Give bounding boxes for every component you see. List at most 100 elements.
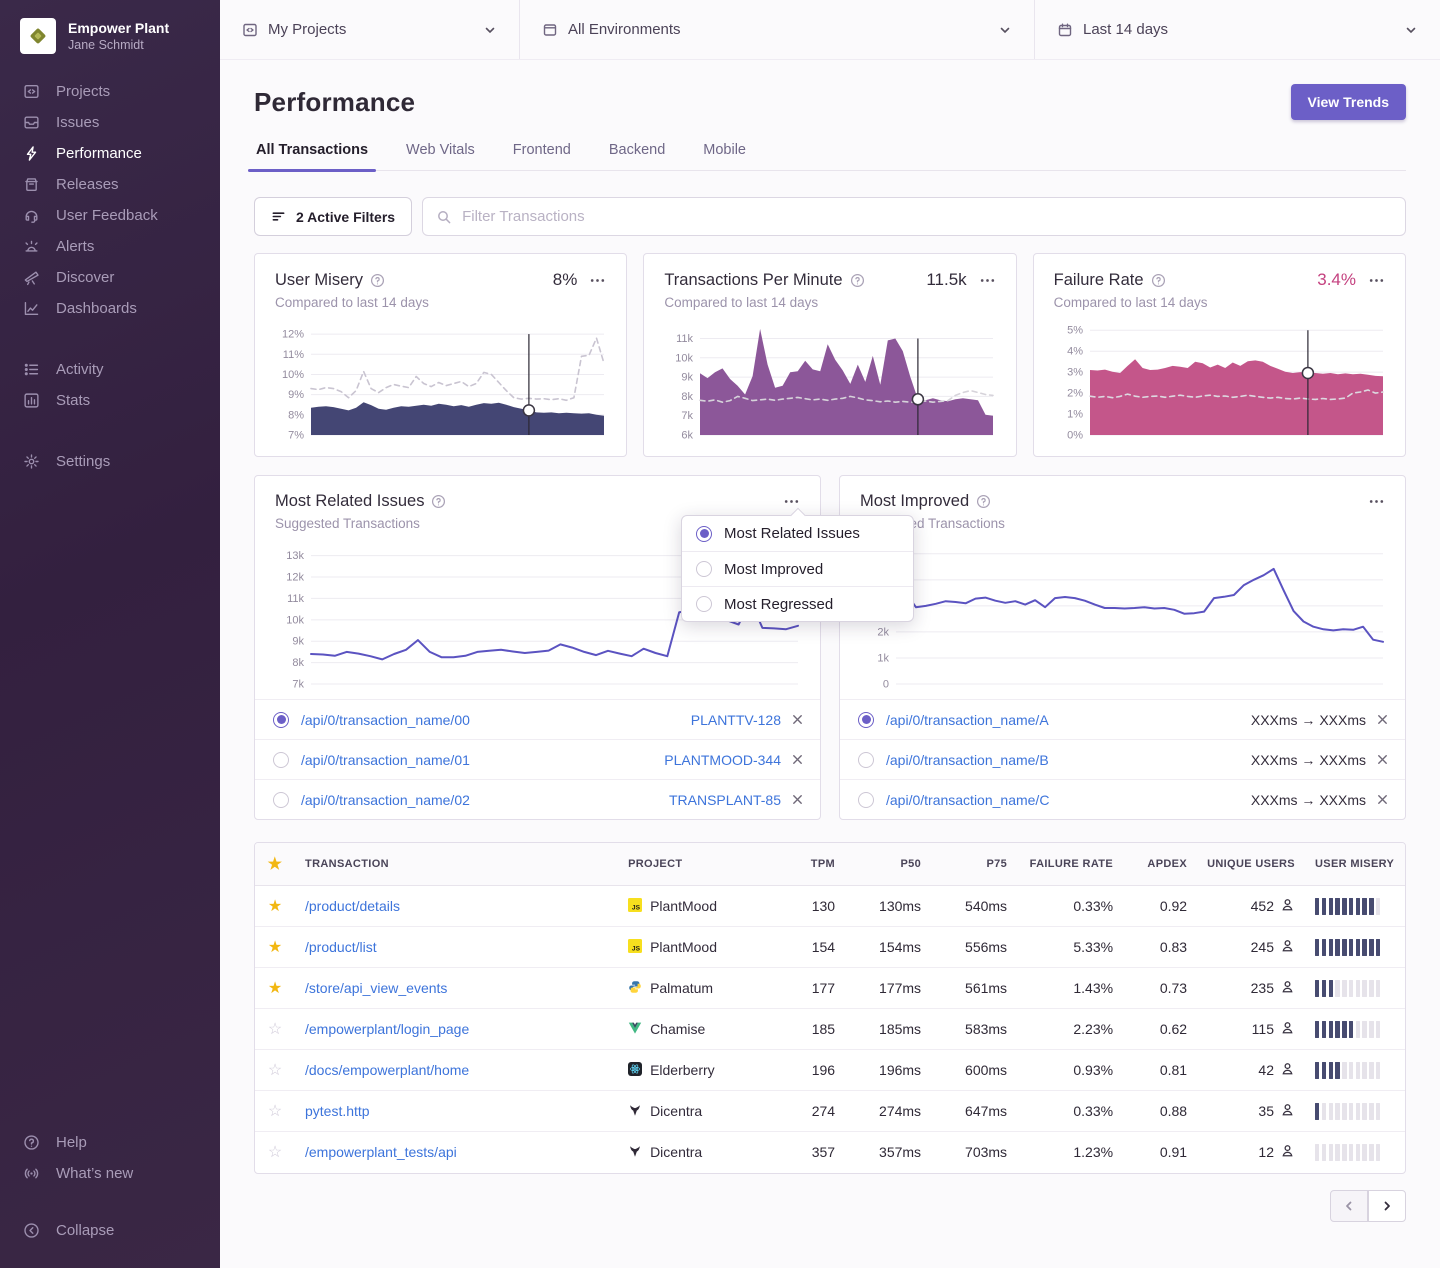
next-page-button[interactable]: [1368, 1190, 1406, 1222]
view-trends-button[interactable]: View Trends: [1291, 84, 1406, 120]
question-icon[interactable]: [431, 494, 446, 509]
star-icon[interactable]: ☆: [268, 1103, 282, 1120]
transaction-link[interactable]: /empowerplant_tests/api: [305, 1144, 457, 1160]
transaction-link[interactable]: /product/list: [305, 939, 377, 955]
close-icon[interactable]: [1376, 753, 1389, 766]
star-icon[interactable]: ★: [268, 980, 282, 997]
column-header-apdex[interactable]: APDEX: [1123, 843, 1197, 886]
star-icon[interactable]: ☆: [268, 1062, 282, 1079]
sidebar-item-settings[interactable]: Settings: [0, 446, 220, 477]
transaction-link[interactable]: /product/details: [305, 898, 400, 914]
previous-page-button[interactable]: [1330, 1190, 1368, 1222]
menu-option-radio[interactable]: [696, 596, 712, 612]
user-icon: [1280, 1102, 1295, 1120]
column-header-p50[interactable]: P50: [845, 843, 931, 886]
transaction-link[interactable]: /store/api_view_events: [305, 980, 447, 996]
menu-option-radio[interactable]: [696, 526, 712, 542]
close-icon[interactable]: [1376, 713, 1389, 726]
menu-option-most-regressed[interactable]: Most Regressed: [682, 586, 913, 621]
issue-link[interactable]: TRANSPLANT-85: [669, 792, 781, 808]
tab-web-vitals[interactable]: Web Vitals: [404, 142, 477, 170]
user-misery-bars: [1315, 939, 1395, 956]
transaction-radio[interactable]: [273, 712, 289, 728]
transaction-link[interactable]: /api/0/transaction_name/B: [886, 752, 1049, 768]
issue-link[interactable]: PLANTTV-128: [691, 712, 781, 728]
tab-frontend[interactable]: Frontend: [511, 142, 573, 170]
transaction-link[interactable]: /empowerplant/login_page: [305, 1021, 469, 1037]
transaction-radio[interactable]: [273, 792, 289, 808]
close-icon[interactable]: [1376, 793, 1389, 806]
transaction-link[interactable]: /api/0/transaction_name/00: [301, 712, 470, 728]
more-options-icon[interactable]: [589, 272, 606, 289]
transaction-link[interactable]: /api/0/transaction_name/A: [886, 712, 1049, 728]
column-header-failure-rate[interactable]: FAILURE RATE: [1017, 843, 1123, 886]
close-icon[interactable]: [791, 793, 804, 806]
sidebar-item-user-feedback[interactable]: User Feedback: [0, 200, 220, 231]
sidebar-item-performance[interactable]: Performance: [0, 138, 220, 169]
star-icon[interactable]: ☆: [268, 1144, 282, 1161]
environment-selector[interactable]: All Environments: [520, 0, 1035, 59]
projects-icon: [22, 83, 40, 101]
close-icon[interactable]: [791, 713, 804, 726]
tab-backend[interactable]: Backend: [607, 142, 667, 170]
sidebar-item-projects[interactable]: Projects: [0, 76, 220, 107]
issue-link[interactable]: PLANTMOOD-344: [664, 752, 781, 768]
close-icon[interactable]: [791, 753, 804, 766]
transaction-link[interactable]: /docs/empowerplant/home: [305, 1062, 469, 1078]
project-name: Chamise: [650, 1021, 705, 1037]
menu-option-most-improved[interactable]: Most Improved: [682, 551, 913, 586]
transaction-link[interactable]: /api/0/transaction_name/02: [301, 792, 470, 808]
menu-option-most-related-issues[interactable]: Most Related Issues: [682, 516, 913, 551]
sidebar-item-alerts[interactable]: Alerts: [0, 231, 220, 262]
sidebar-item-discover[interactable]: Discover: [0, 262, 220, 293]
date-range-selector[interactable]: Last 14 days: [1035, 0, 1440, 59]
column-header-user-misery[interactable]: USER MISERY: [1305, 843, 1405, 886]
project-selector[interactable]: My Projects: [220, 0, 520, 59]
apdex-value: 0.92: [1123, 886, 1197, 927]
transaction-link[interactable]: pytest.http: [305, 1103, 370, 1119]
question-icon[interactable]: [370, 273, 385, 288]
table-row: ★ /product/list JSPlantMood 154 154ms 55…: [255, 927, 1405, 968]
tab-mobile[interactable]: Mobile: [701, 142, 748, 170]
org-switcher[interactable]: Empower Plant Jane Schmidt: [0, 14, 220, 72]
sidebar-item-dashboards[interactable]: Dashboards: [0, 293, 220, 324]
active-filters-button[interactable]: 2 Active Filters: [254, 197, 412, 236]
sidebar-item-releases[interactable]: Releases: [0, 169, 220, 200]
apdex-value: 0.88: [1123, 1091, 1197, 1132]
question-icon[interactable]: [1151, 273, 1166, 288]
star-icon[interactable]: ★: [268, 898, 282, 915]
star-icon[interactable]: ★: [268, 856, 283, 873]
sidebar-item-collapse[interactable]: Collapse: [0, 1215, 220, 1246]
sidebar-item-what-s-new[interactable]: What’s new: [0, 1158, 220, 1189]
transaction-radio[interactable]: [858, 712, 874, 728]
panel-title: Most Improved: [860, 492, 969, 511]
transaction-link[interactable]: /api/0/transaction_name/01: [301, 752, 470, 768]
column-header-transaction[interactable]: TRANSACTION: [295, 843, 618, 886]
search-input[interactable]: [462, 208, 1392, 225]
question-icon[interactable]: [976, 494, 991, 509]
column-header-p75[interactable]: P75: [931, 843, 1017, 886]
sidebar-item-issues[interactable]: Issues: [0, 107, 220, 138]
sidebar-item-stats[interactable]: Stats: [0, 385, 220, 416]
tpm-value: 196: [783, 1050, 845, 1091]
transaction-radio[interactable]: [858, 792, 874, 808]
column-header-project[interactable]: PROJECT: [618, 843, 783, 886]
more-options-icon[interactable]: [1368, 272, 1385, 289]
tab-all-transactions[interactable]: All Transactions: [254, 142, 370, 170]
more-options-icon[interactable]: [1368, 493, 1385, 510]
column-header-unique-users[interactable]: UNIQUE USERS: [1197, 843, 1305, 886]
question-icon[interactable]: [850, 273, 865, 288]
transaction-radio[interactable]: [273, 752, 289, 768]
star-icon[interactable]: ☆: [268, 1021, 282, 1038]
menu-option-radio[interactable]: [696, 561, 712, 577]
star-icon[interactable]: ★: [268, 939, 282, 956]
sidebar-item-help[interactable]: Help: [0, 1127, 220, 1158]
transaction-link[interactable]: /api/0/transaction_name/C: [886, 792, 1049, 808]
sidebar-nav-primary: ProjectsIssuesPerformanceReleasesUser Fe…: [0, 72, 220, 328]
sidebar-item-activity[interactable]: Activity: [0, 354, 220, 385]
sidebar-item-label: Dashboards: [56, 300, 137, 317]
more-options-icon[interactable]: [979, 272, 996, 289]
transaction-radio[interactable]: [858, 752, 874, 768]
column-header-tpm[interactable]: TPM: [783, 843, 845, 886]
user-misery-bars: [1315, 898, 1395, 915]
